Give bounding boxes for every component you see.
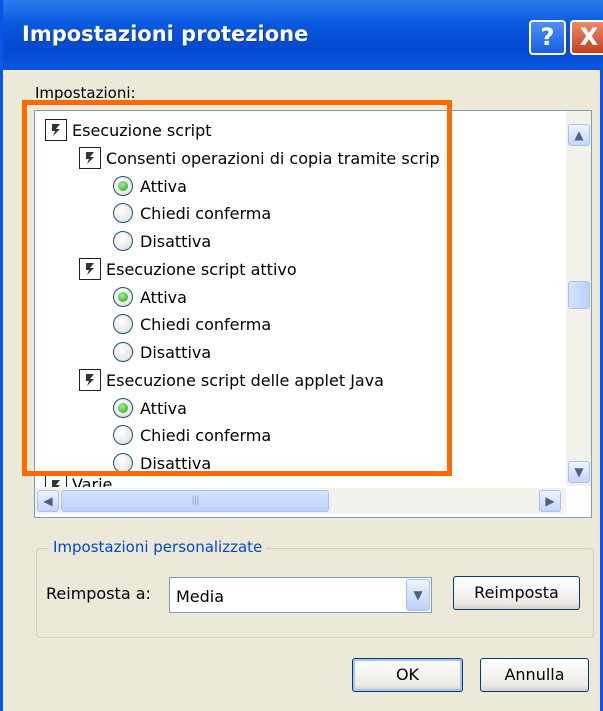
custom-settings-title: Impostazioni personalizzate: [49, 538, 267, 556]
vertical-scrollbar[interactable]: ▲ ▼: [566, 111, 591, 486]
reset-button[interactable]: Reimposta: [453, 576, 580, 610]
title-bar[interactable]: Impostazioni protezione ? X: [3, 0, 603, 70]
scroll-left-icon[interactable]: ◀: [37, 490, 59, 512]
script-icon: [45, 475, 67, 487]
close-button[interactable]: X: [570, 20, 603, 55]
cancel-button[interactable]: Annulla: [480, 658, 589, 692]
horizontal-scroll-thumb[interactable]: |||: [61, 490, 329, 512]
security-settings-dialog: Impostazioni protezione ? X Impostazioni…: [0, 0, 603, 711]
horizontal-scrollbar[interactable]: ◀ ||| ▶: [35, 488, 566, 514]
tree-item-partial[interactable]: Varie: [45, 475, 112, 487]
tree-item-label: Varie: [72, 475, 113, 487]
ok-button[interactable]: OK: [352, 658, 463, 692]
scroll-up-icon[interactable]: ▲: [568, 124, 590, 146]
dialog-title: Impostazioni protezione: [22, 22, 309, 46]
scroll-down-icon[interactable]: ▼: [568, 461, 590, 483]
reset-level-select[interactable]: Media ▼: [169, 577, 432, 613]
reset-to-label: Reimposta a:: [46, 584, 151, 603]
reset-level-value: Media: [176, 587, 225, 606]
help-button[interactable]: ?: [529, 20, 566, 55]
chevron-down-icon[interactable]: ▼: [406, 579, 430, 611]
scroll-right-icon[interactable]: ▶: [539, 490, 561, 512]
vertical-scroll-thumb[interactable]: [568, 281, 590, 309]
highlight-box: [22, 100, 452, 476]
